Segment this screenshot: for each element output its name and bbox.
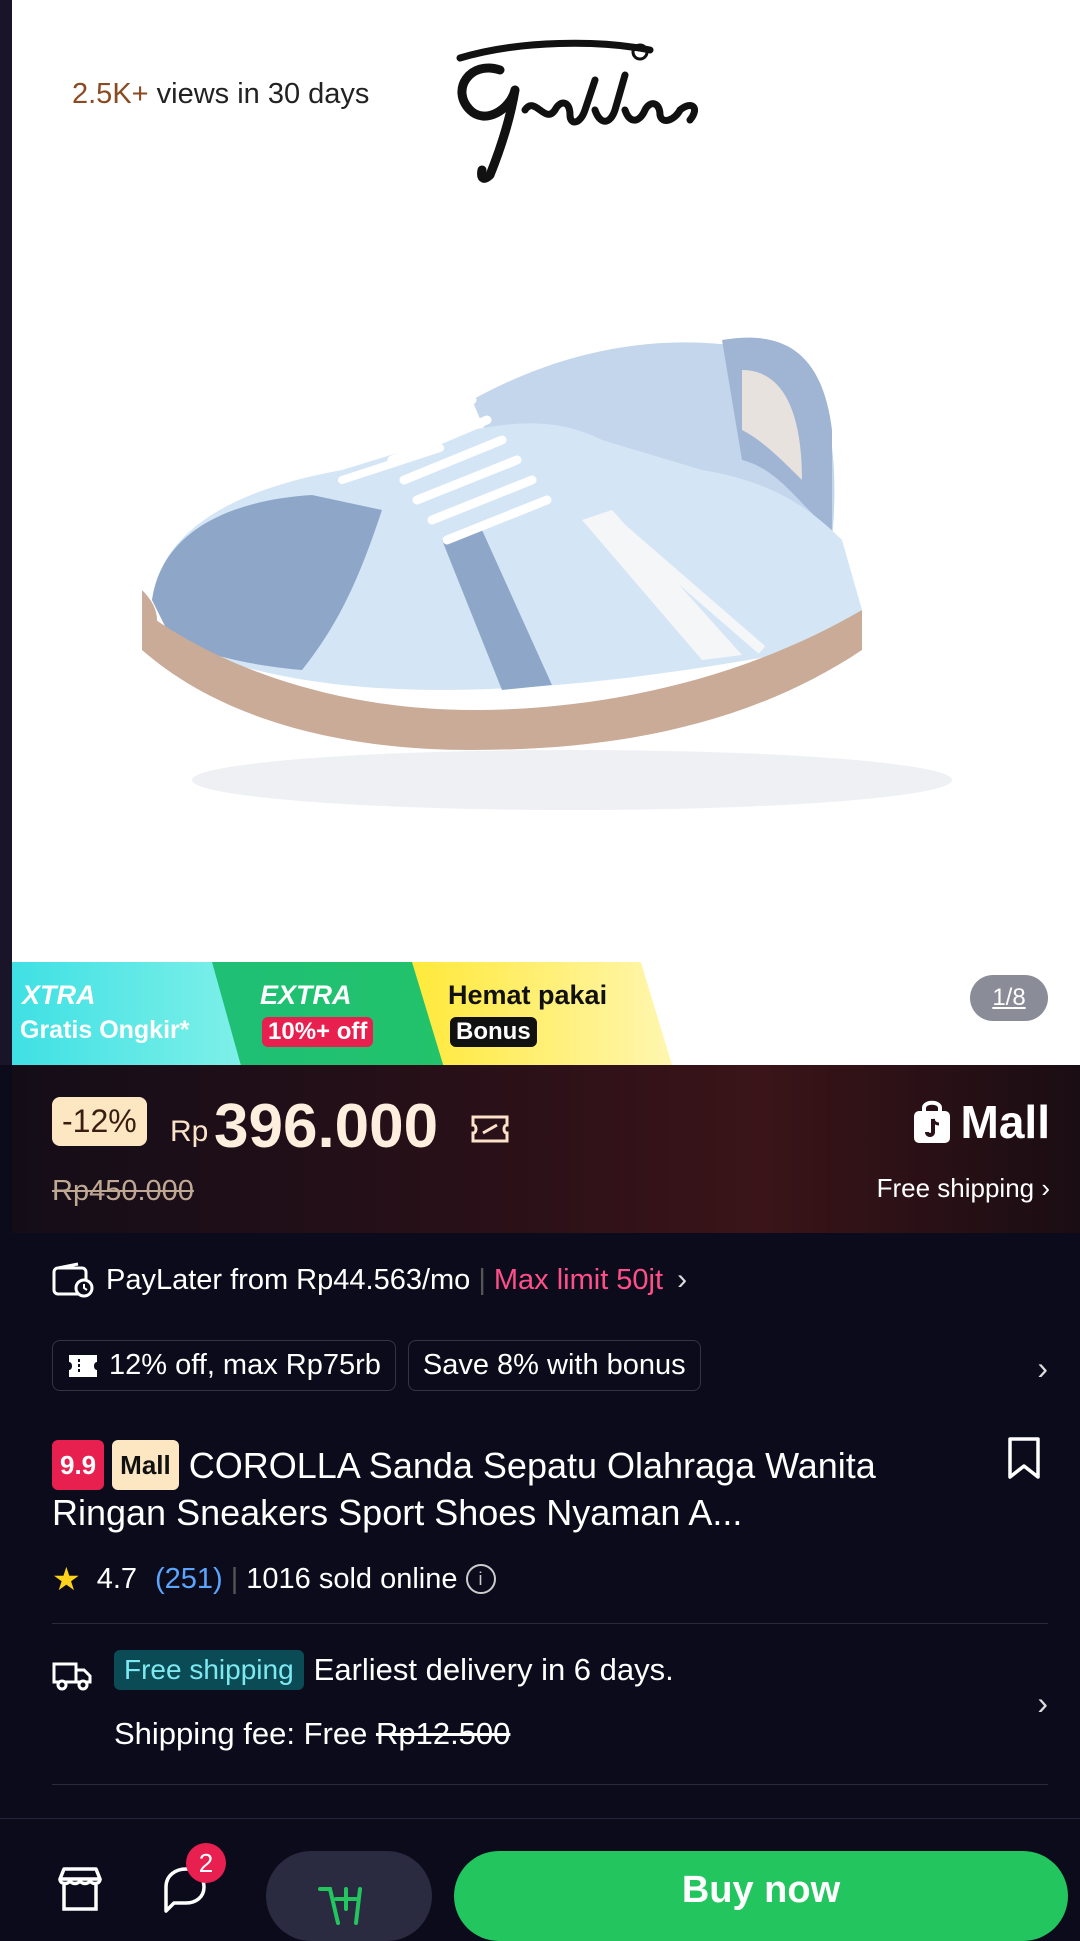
chat-unread-badge: 2 — [186, 1843, 226, 1883]
info-icon[interactable]: i — [465, 1564, 496, 1594]
free-shipping-link[interactable]: Free shipping › — [877, 1173, 1050, 1204]
sneakers-photo — [142, 337, 952, 810]
delivery-truck-icon — [52, 1662, 92, 1691]
price-bar: -12% Rp 396.000 Rp450.000 Mall Free ship… — [12, 1065, 1080, 1233]
promo-hemat-title: Hemat pakai — [448, 980, 608, 1010]
paylater-row[interactable]: PayLater from Rp44.563/mo | Max limit 50… — [52, 1262, 687, 1298]
voucher-chip[interactable]: 12% off, max Rp75rb — [52, 1340, 396, 1391]
promo-extra-title: EXTRA — [260, 980, 352, 1010]
paylater-separator: | — [478, 1263, 486, 1296]
product-title: 9.9 Mall COROLLA Sanda Sepatu Olahraga Wan… — [52, 1440, 982, 1536]
free-shipping-badge: Free shipping — [114, 1650, 304, 1690]
add-to-cart-icon — [318, 1887, 362, 1925]
product-image-gallery[interactable]: 2.5K+ views in 30 days 1/8 — [12, 0, 1080, 1065]
currency-label: Rp — [170, 1115, 209, 1148]
promo-hemat-sub: Bonus — [450, 1017, 537, 1047]
shipping-row[interactable]: Free shipping Earliest delivery in 6 day… — [114, 1650, 674, 1690]
voucher-chip[interactable]: Save 8% with bonus — [407, 1340, 701, 1391]
promo-xtra-sub: Gratis Ongkir* — [20, 1016, 190, 1044]
voucher-ticket-icon — [471, 1115, 509, 1143]
rating-separator: | — [230, 1562, 239, 1595]
paylater-limit: Max limit 50jt — [493, 1263, 664, 1296]
buy-now-button[interactable]: Buy now — [454, 1851, 1068, 1941]
promo-hemat-bg — [412, 962, 672, 1065]
wallet-icon — [52, 1262, 94, 1298]
promo-xtra-title: XTRA — [22, 980, 96, 1010]
chevron-right-icon: › — [677, 1263, 688, 1296]
badge-mall: Mall — [112, 1440, 179, 1490]
left-edge — [0, 0, 12, 1065]
sold-count: 1016 sold online — [246, 1562, 458, 1595]
voucher-chips: 12% off, max Rp75rb Save 8% with bonus — [52, 1340, 701, 1391]
discount-badge: -12% — [52, 1097, 147, 1146]
shipping-fee-original: Rp12.500 — [375, 1716, 511, 1751]
current-price: 396.000 — [214, 1092, 439, 1161]
divider — [52, 1623, 1048, 1624]
promo-extra-sub: 10%+ off — [262, 1017, 374, 1047]
bottom-action-bar: 2 Buy now — [0, 1818, 1080, 1941]
coupon-icon — [69, 1354, 97, 1377]
promo-xtra-bg — [12, 962, 242, 1065]
chevron-right-icon[interactable]: › — [1037, 1350, 1048, 1387]
promo-extra-bg — [212, 962, 452, 1065]
delivery-estimate: Earliest delivery in 6 days. — [313, 1652, 674, 1687]
promo-strip[interactable]: XTRA Gratis Ongkir* EXTRA 10%+ off Hemat… — [12, 962, 672, 1065]
rating-score: 4.7 — [96, 1562, 138, 1595]
original-price: Rp450.000 — [52, 1175, 194, 1207]
bookmark-icon[interactable] — [1006, 1436, 1042, 1480]
views-count: 2.5K+ views in 30 days — [72, 78, 370, 110]
shopping-bag-icon — [913, 1100, 950, 1143]
shipping-fee: Shipping fee: Free Rp12.500 — [114, 1716, 511, 1751]
store-icon[interactable] — [56, 1865, 104, 1913]
chevron-right-icon[interactable]: › — [1037, 1685, 1048, 1722]
review-count-link[interactable]: (251) — [155, 1563, 223, 1596]
divider — [52, 1784, 1048, 1785]
rating-row: ★ 4.7 (251) | 1016 sold online i — [52, 1560, 496, 1598]
badge-9-9: 9.9 — [52, 1440, 105, 1490]
paylater-text: PayLater from Rp44.563/mo — [106, 1263, 471, 1296]
mall-label[interactable]: Mall — [911, 1095, 1050, 1149]
brand-logo — [456, 39, 698, 183]
image-counter: 1/8 — [970, 975, 1048, 1021]
star-icon: ★ — [52, 1561, 81, 1597]
